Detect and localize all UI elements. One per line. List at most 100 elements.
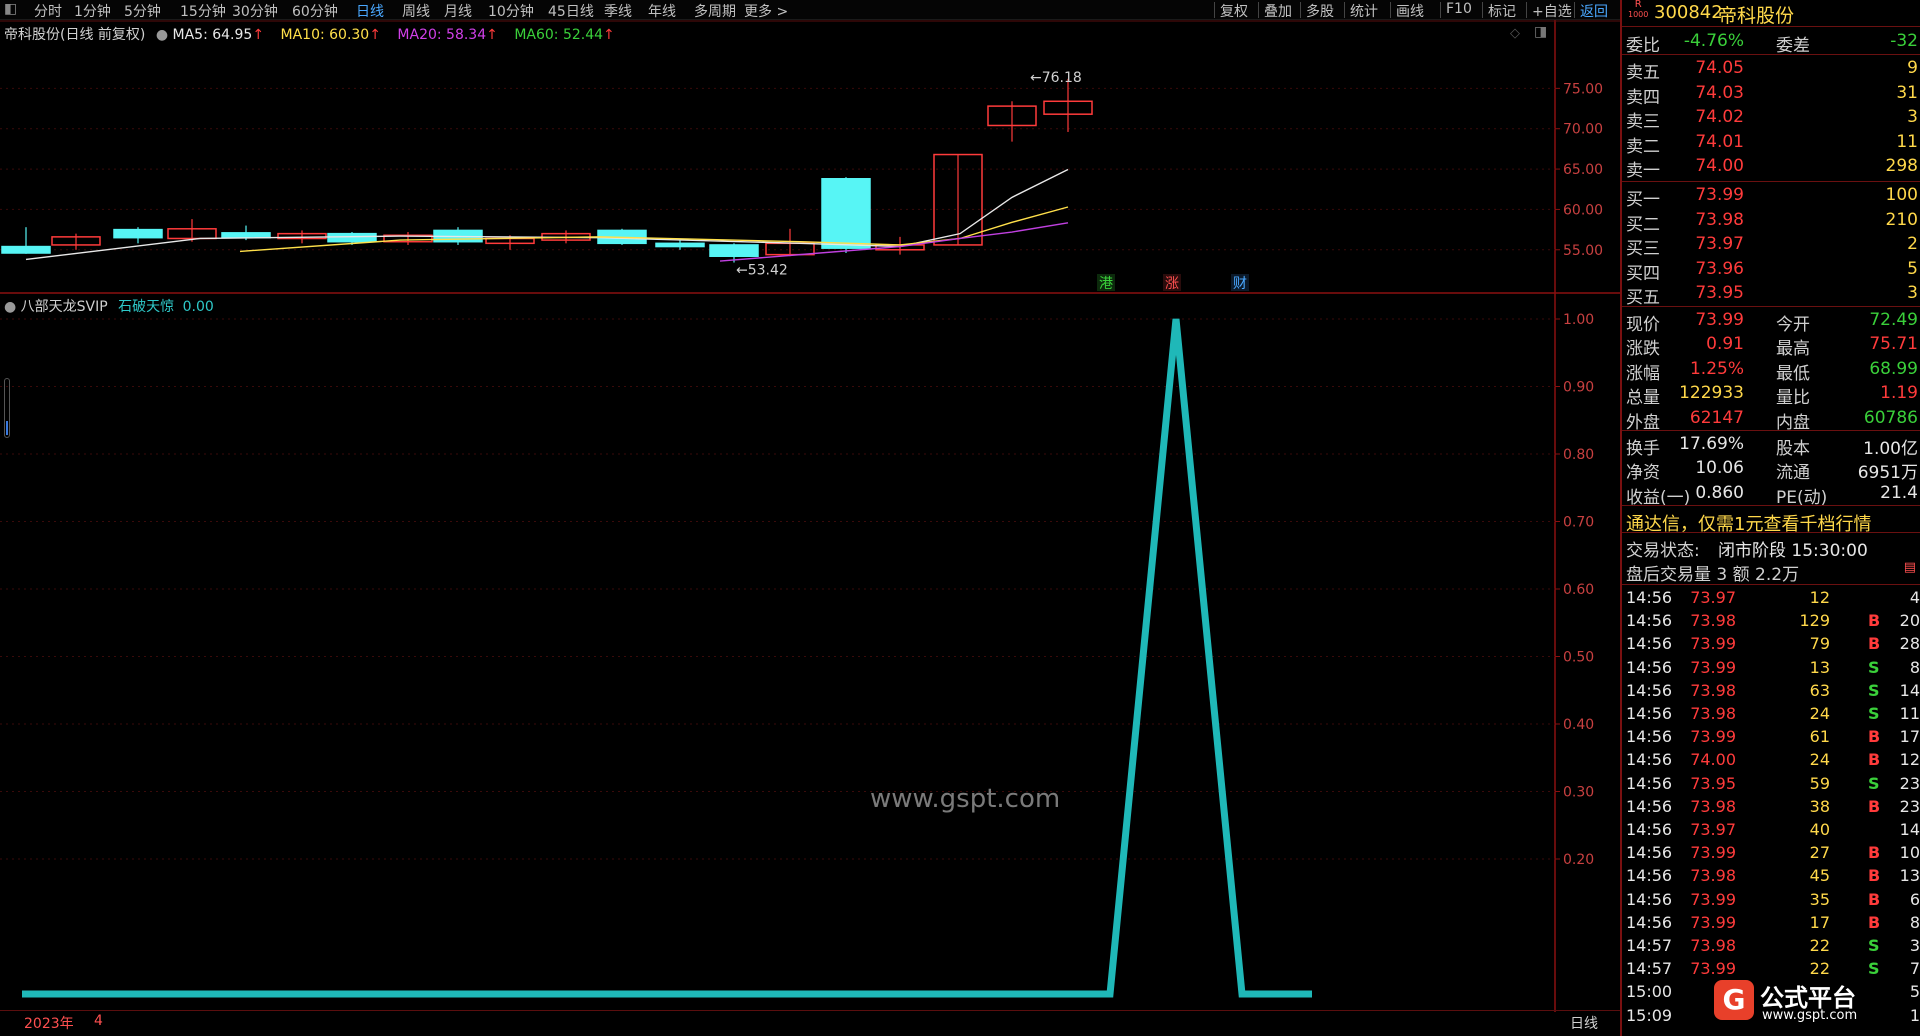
fin-value: 17.69% (1679, 434, 1744, 454)
tick-price: 73.98 (1690, 796, 1736, 816)
order-price: 74.05 (1695, 58, 1744, 78)
tick-row: 14:56 73.95 59 S 23 (1622, 772, 1920, 795)
tick-count: 4 (1909, 588, 1920, 607)
stat-value: 62147 (1689, 407, 1744, 428)
tick-time: 14:57 (1626, 936, 1673, 955)
candle-body (709, 244, 759, 257)
period-label[interactable]: 日线 (1570, 1013, 1598, 1033)
period-tab-1[interactable]: 1分钟 (74, 1, 111, 21)
event-tag-2[interactable]: 财 (1233, 276, 1247, 292)
order-label: 买一 (1626, 190, 1660, 210)
candle-body (821, 178, 871, 249)
period-tab-5[interactable]: 60分钟 (292, 1, 338, 21)
period-tab-14[interactable]: 更多 > (744, 1, 788, 21)
asks-row-3: 卖三 74.02 3 (1622, 105, 1920, 132)
period-tab-6[interactable]: 日线 (356, 1, 384, 21)
toolbar-tool-4[interactable]: 画线 (1396, 1, 1424, 21)
tick-count: 28 (1899, 634, 1920, 654)
period-toolbar: ◧ 分时 1分钟 5分钟 15分钟 30分钟 60分钟 日线 周线 月线 10分钟 45日线 季线 年线… (0, 0, 1620, 20)
toolbar-tool-8[interactable]: 返回 (1580, 1, 1608, 21)
tick-count: 14 (1899, 680, 1920, 700)
toolbar-tool-6[interactable]: 标记 (1488, 1, 1516, 21)
toolbar-tool-1[interactable]: 叠加 (1264, 1, 1292, 21)
tick-time: 14:56 (1626, 727, 1673, 747)
stat-value: 68.99 (1869, 358, 1918, 379)
order-label: 买二 (1626, 214, 1660, 235)
tick-time: 14:56 (1626, 634, 1673, 654)
window-icon[interactable]: ◧ (4, 1, 17, 17)
order-volume: 3 (1907, 107, 1918, 128)
tick-price: 73.98 (1690, 611, 1736, 631)
order-volume: 2 (1907, 234, 1918, 255)
bids-row-3: 买三 73.97 2 (1622, 232, 1920, 259)
period-tab-2[interactable]: 5分钟 (124, 1, 161, 21)
tick-row: 14:56 73.98 129 B 20 (1622, 609, 1920, 632)
order-price: 73.95 (1695, 283, 1744, 304)
tick-count: 23 (1899, 796, 1920, 816)
indicator-chart[interactable]: ● 八部天龙SVIP 石破天惊 0.00 1.00 0.90 0.80 0.70 0.6… (0, 294, 1620, 1012)
candles (1, 78, 1093, 263)
indicator-tick-label: 0.60 (1563, 582, 1594, 598)
tick-price: 73.99 (1690, 634, 1736, 654)
tick-volume: 59 (1809, 773, 1830, 793)
tick-count: 20 (1899, 611, 1920, 631)
order-label: 买五 (1626, 288, 1660, 309)
tick-volume: 40 (1809, 820, 1830, 839)
tick-direction: S (1868, 657, 1880, 677)
period-tab-13[interactable]: 多周期 (694, 1, 736, 21)
ma-line-0 (25, 168, 1069, 261)
tick-direction: B (1868, 634, 1881, 654)
period-tab-3[interactable]: 15分钟 (180, 1, 226, 21)
tick-count: 6 (1909, 889, 1920, 909)
promo-link[interactable]: 通达信，仅需1元查看千档行情 (1622, 508, 1920, 535)
tick-price: 73.98 (1690, 936, 1736, 955)
tick-time: 14:56 (1626, 889, 1673, 909)
toolbar-divider (1258, 2, 1259, 18)
event-tag-0[interactable]: 港 (1099, 276, 1113, 292)
tick-count: 11 (1899, 704, 1920, 723)
toolbar-tool-5[interactable]: F10 (1446, 1, 1472, 17)
order-volume: 5 (1907, 258, 1918, 279)
asks-row-1: 卖五 74.05 9 (1622, 56, 1920, 83)
stat-value: 60786 (1863, 407, 1918, 428)
stat-label: 现价 (1626, 315, 1660, 335)
period-tab-4[interactable]: 30分钟 (232, 1, 278, 21)
tick-time: 14:56 (1626, 657, 1673, 677)
order-volume: 3 (1907, 283, 1918, 304)
period-tab-8[interactable]: 月线 (444, 1, 472, 21)
toolbar-divider (1526, 2, 1527, 18)
fin-row-2: 收益(一) 0.860 PE(动) 21.4 (1622, 481, 1920, 508)
period-tab-12[interactable]: 年线 (648, 1, 676, 21)
period-tab-9[interactable]: 10分钟 (488, 1, 534, 21)
period-tab-0[interactable]: 分时 (34, 1, 62, 21)
fin-label: 股本 (1776, 439, 1810, 459)
tick-time: 14:56 (1626, 680, 1673, 700)
tick-time: 14:56 (1626, 704, 1673, 723)
period-tab-11[interactable]: 季线 (604, 1, 632, 21)
order-volume: 11 (1896, 131, 1918, 152)
toolbar-tool-0[interactable]: 复权 (1220, 1, 1248, 21)
indicator-tick-label: 0.90 (1563, 380, 1594, 396)
toolbar-divider (1482, 2, 1483, 18)
order-volume: 298 (1885, 156, 1918, 177)
event-tag-1[interactable]: 涨 (1165, 276, 1179, 292)
fin-label: 流通 (1776, 463, 1810, 484)
tick-price: 73.99 (1690, 889, 1736, 909)
stat-value: 122933 (1679, 383, 1744, 404)
toolbar-tool-2[interactable]: 多股 (1306, 1, 1334, 21)
period-tab-7[interactable]: 周线 (402, 1, 430, 21)
toolbar-tool-3[interactable]: 统计 (1350, 1, 1378, 21)
toolbar-tool-7[interactable]: +自选 (1532, 1, 1572, 21)
stat-label: 涨幅 (1626, 363, 1660, 384)
bids-row-4: 买四 73.96 5 (1622, 257, 1920, 284)
kline-svg: 75.00 70.00 65.00 60.00 55.00 ←76.18 ←53.42 港 涨 财 (0, 20, 1620, 294)
stat-label: 外盘 (1626, 412, 1660, 433)
calendar-icon[interactable]: ▤ (1904, 560, 1916, 575)
order-volume: 9 (1907, 58, 1918, 78)
high-price-marker: ←76.18 (1030, 70, 1082, 86)
quote-panel: R 1000 300842 帝科股份 委比 -4.76% 委差 -32 卖五 74.… (1620, 0, 1920, 1036)
period-tab-10[interactable]: 45日线 (548, 1, 594, 21)
kline-chart[interactable]: 帝科股份(日线 前复权) ● MA5: 64.95↑ MA10: 60.30↑ … (0, 20, 1620, 294)
order-volume: 100 (1885, 185, 1918, 205)
indicator-svg: 1.00 0.90 0.80 0.70 0.60 0.50 0.40 0.30 0.20 (0, 294, 1594, 1012)
